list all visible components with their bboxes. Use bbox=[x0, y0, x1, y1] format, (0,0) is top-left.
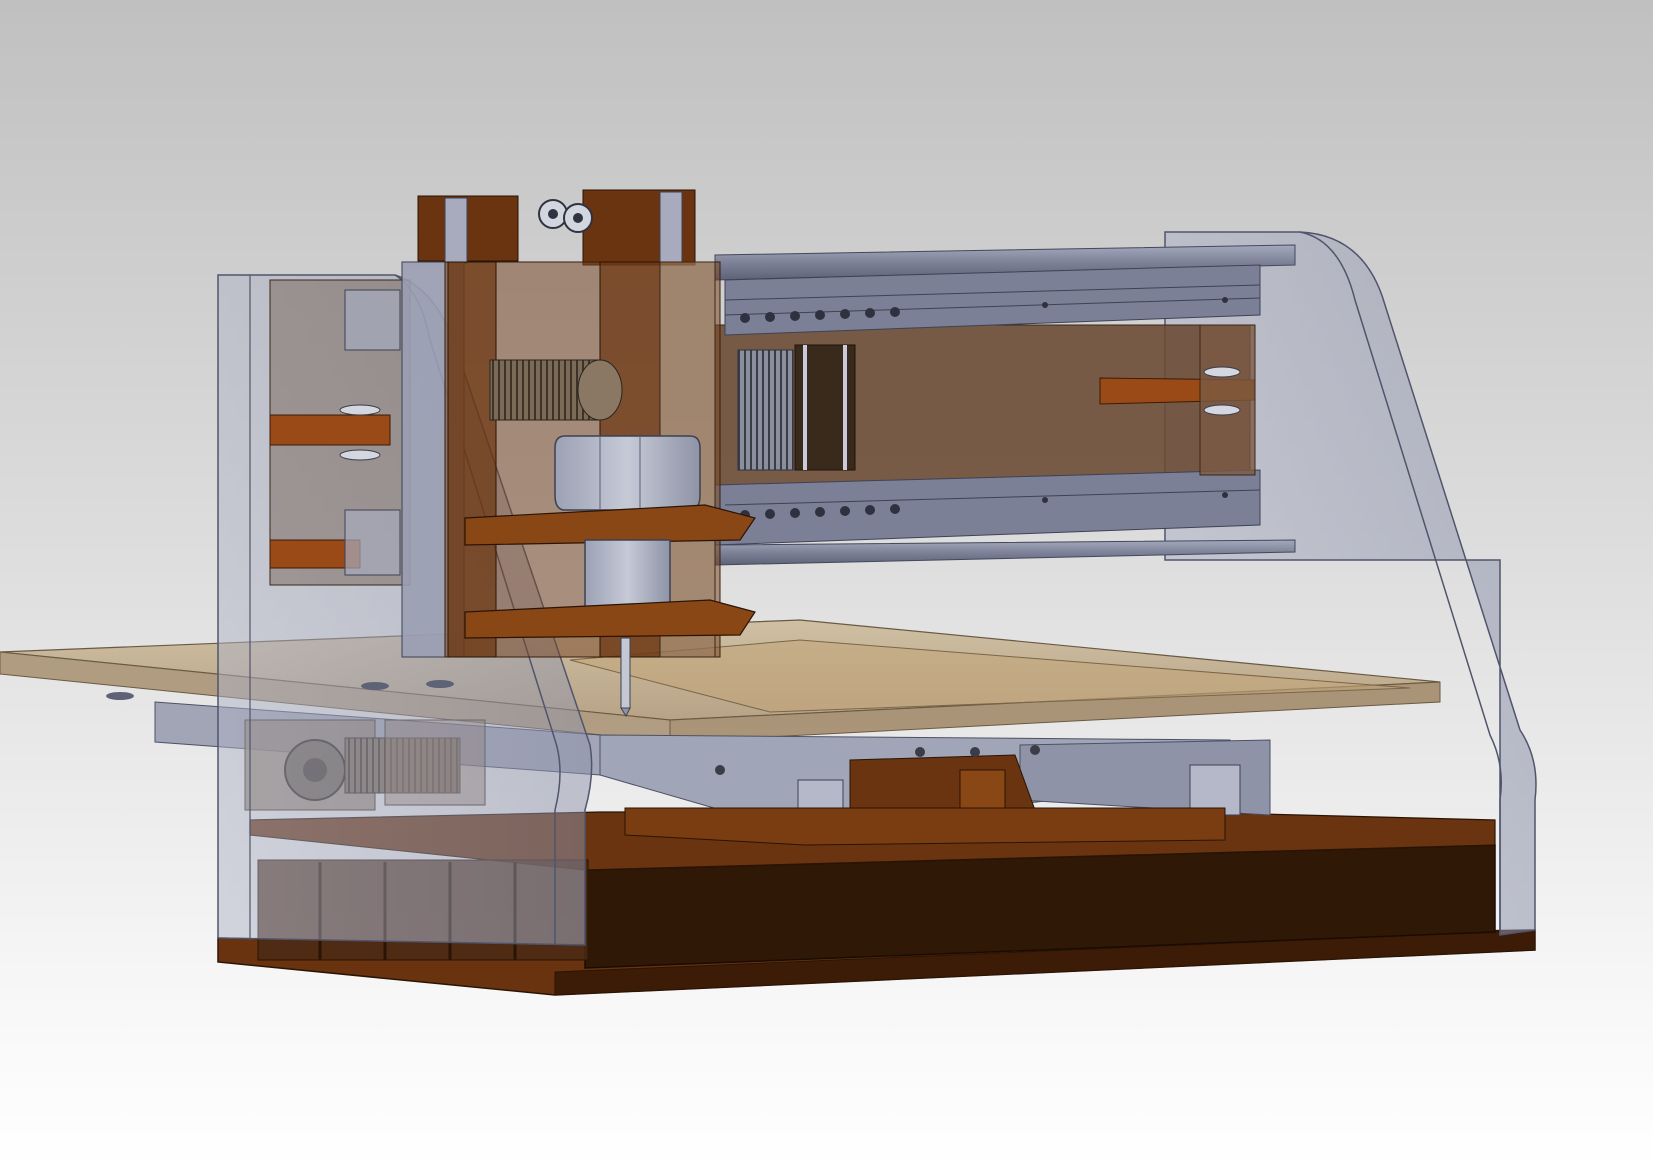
left-gantry-bracket-top bbox=[269, 414, 391, 446]
y-sled-plate bbox=[624, 807, 1226, 846]
y-axis-rails[interactable] bbox=[599, 734, 1271, 846]
stepper-motor[interactable] bbox=[554, 435, 701, 511]
z-slider-left bbox=[447, 261, 497, 658]
z-rail-top bbox=[444, 197, 468, 264]
left-rail-clamp bbox=[344, 289, 401, 351]
z-top-block-left bbox=[417, 195, 519, 262]
gantry-assembly[interactable] bbox=[714, 244, 1296, 566]
gantry-right-block bbox=[1199, 324, 1256, 476]
z-rail-top bbox=[659, 191, 683, 263]
lower-rail-base bbox=[714, 539, 1296, 566]
end-mill-bit[interactable] bbox=[620, 637, 631, 709]
gantry-lead-screw-coil bbox=[737, 349, 794, 471]
z-pulleys bbox=[538, 199, 593, 233]
z-axis-carriage[interactable] bbox=[401, 189, 756, 718]
cad-viewport[interactable] bbox=[0, 0, 1653, 1169]
left-rail-clamp bbox=[344, 509, 401, 576]
z-lead-screw-end bbox=[577, 359, 623, 421]
